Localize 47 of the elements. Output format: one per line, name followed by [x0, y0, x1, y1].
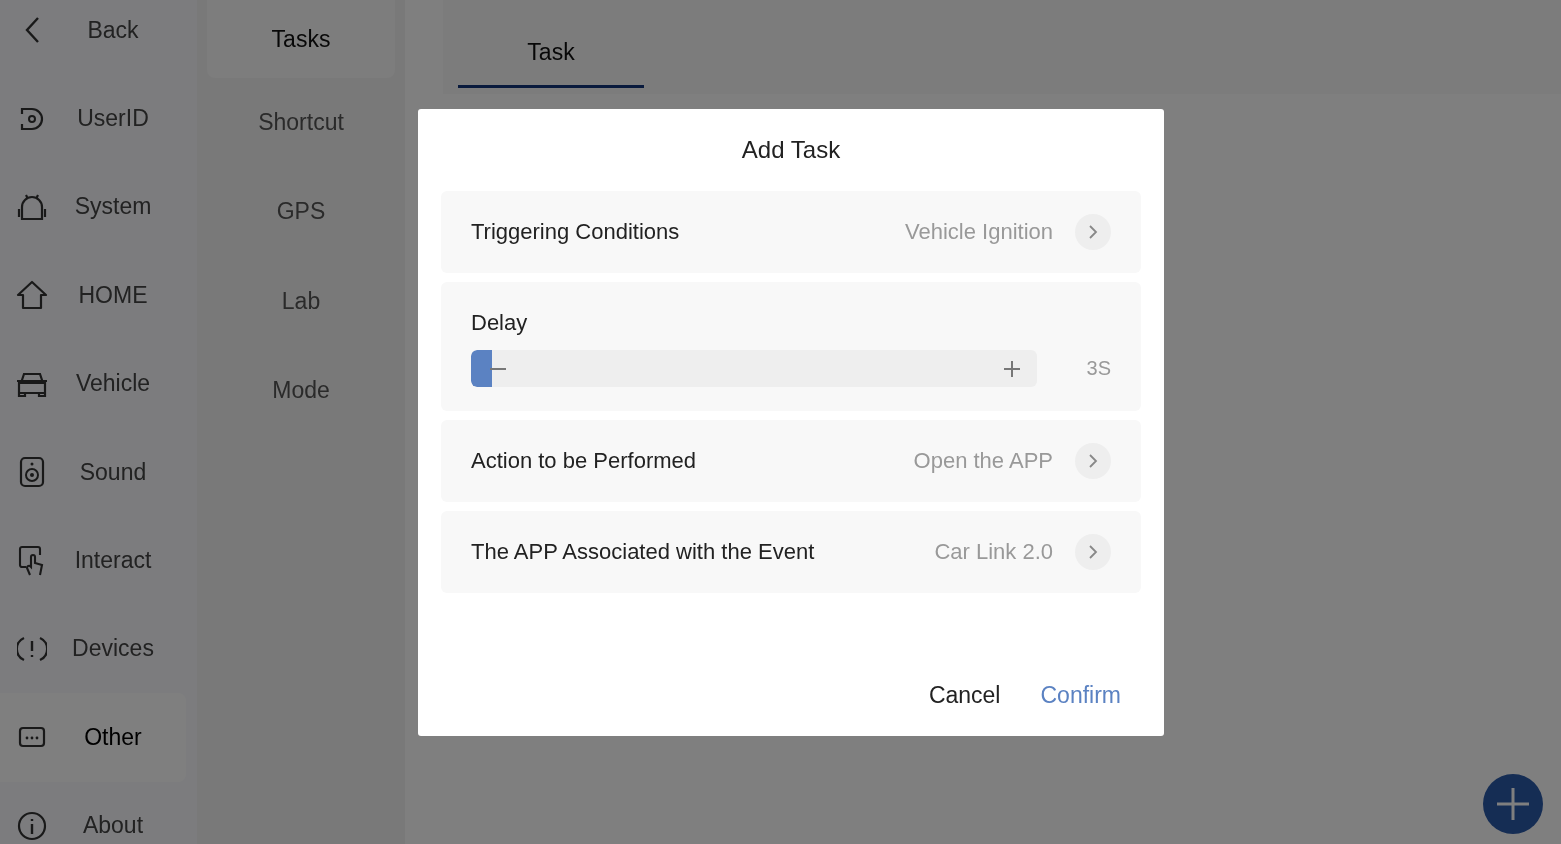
row-label: Action to be Performed [471, 448, 697, 474]
info-icon [17, 810, 47, 841]
sidebar-item[interactable]: HOME [0, 251, 186, 340]
minus-icon[interactable] [489, 366, 507, 371]
chevron-left-icon [24, 16, 40, 45]
subnav-item[interactable]: GPS [207, 167, 395, 257]
sidebar-item[interactable]: Sound [0, 427, 186, 517]
row-value: Car Link 2.0 [934, 539, 1053, 565]
robot-icon [16, 192, 48, 221]
sidebar-item[interactable]: UserID [0, 74, 186, 163]
dialog-title: Add Task [740, 135, 842, 165]
plus-icon[interactable] [1003, 359, 1021, 378]
chevron-right-icon [1075, 214, 1111, 250]
subnav-item[interactable]: Mode [207, 345, 395, 436]
more-icon [18, 726, 46, 749]
sidebar-item[interactable]: Interact [0, 516, 186, 605]
option-row[interactable]: Triggering Conditions Vehicle Ignition [441, 191, 1141, 273]
add-button[interactable] [1483, 774, 1543, 834]
confirm-button[interactable]: Confirm [1028, 677, 1133, 713]
sidebar-item[interactable]: Devices [0, 604, 186, 694]
sidebar-item[interactable]: Vehicle [0, 339, 186, 428]
option-row[interactable]: The APP Associated with the Event Car Link 2.0 [441, 511, 1141, 593]
chevron-right-icon [1075, 443, 1111, 479]
car-icon [15, 370, 49, 397]
subnav-item[interactable]: Lab [207, 256, 395, 346]
cancel-button[interactable]: Cancel [916, 677, 1013, 713]
sidebar-item[interactable]: System [0, 162, 186, 252]
delay-slider[interactable] [471, 350, 1037, 387]
speaker-icon [19, 456, 45, 489]
row-value: Open the APP [913, 448, 1053, 474]
subnav-item[interactable]: Tasks [207, 0, 395, 78]
sidebar-item[interactable]: Back [0, 0, 186, 75]
home-icon [16, 280, 48, 311]
tab[interactable]: Task [458, 0, 644, 88]
option-row[interactable]: Action to be Performed Open the APP [441, 420, 1141, 502]
plus-icon [1495, 786, 1531, 822]
hand-icon [18, 544, 46, 577]
sidebar-item[interactable]: About [0, 781, 186, 844]
chevron-right-icon [1075, 534, 1111, 570]
slider-reading: 3S [1085, 357, 1111, 380]
row-label: Triggering Conditions [471, 219, 681, 245]
row-label: The APP Associated with the Event [471, 539, 816, 565]
id-icon [19, 105, 45, 132]
subnav-item[interactable]: Shortcut [207, 78, 395, 168]
row-label: Delay [471, 310, 529, 336]
alert-icon [17, 634, 47, 663]
row-value: Vehicle Ignition [905, 219, 1053, 245]
